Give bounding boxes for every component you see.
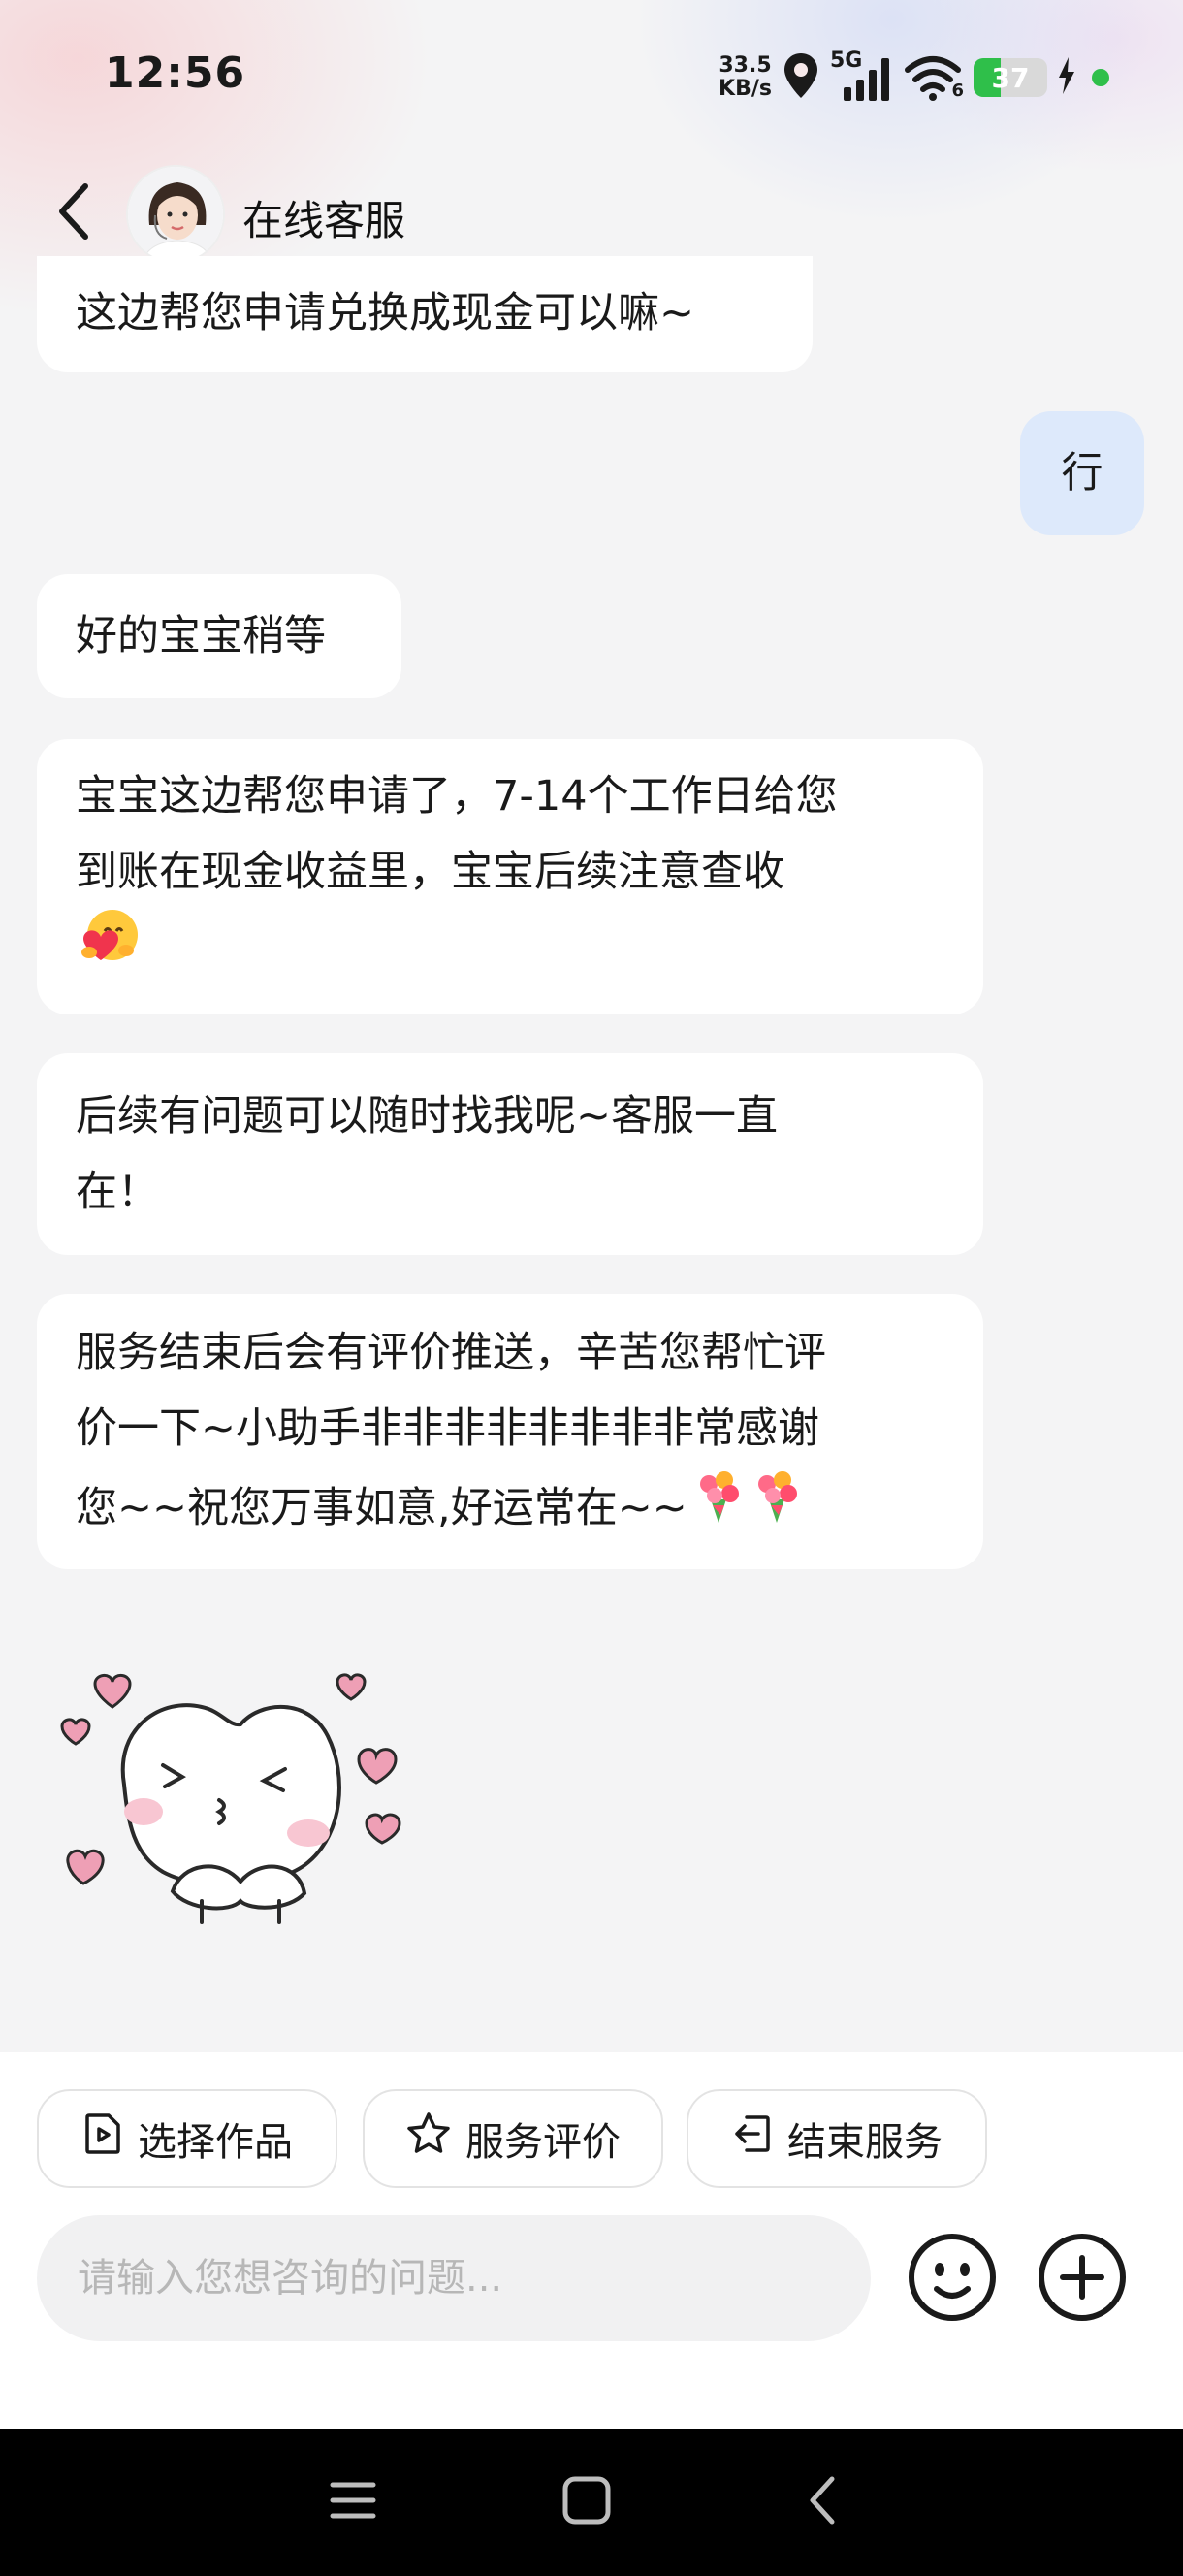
message-line: 在！: [76, 1168, 159, 1216]
network-speed-value: 33.5: [719, 53, 772, 78]
system-nav-bar: [0, 2429, 1183, 2576]
back-chevron-icon: [805, 2475, 840, 2529]
status-time: 12:56: [105, 48, 246, 98]
charging-icon: [1057, 57, 1076, 98]
page-title: 在线客服: [242, 197, 406, 244]
rate-service-button[interactable]: 服务评价: [363, 2089, 663, 2188]
message-agent-3: 宝宝这边帮您申请了，7-14个工作日给您 到账在现金收益里，宝宝后续注意查收: [37, 739, 983, 1014]
status-icons: 33.5 KB/s 5G 6 37: [719, 48, 1109, 107]
message-agent-2: 好的宝宝稍等: [37, 574, 401, 698]
message-line: 您~~祝您万事如意,好运常在~~: [76, 1483, 687, 1532]
plus-circle-icon: [1038, 2233, 1127, 2326]
nav-back-button[interactable]: [793, 2473, 851, 2531]
back-arrow-icon: [54, 180, 93, 246]
home-square-icon: [561, 2475, 612, 2529]
message-agent-5: 服务结束后会有评价推送，辛苦您帮忙评 价一下~小助手非非非非非非非非常感谢 您~…: [37, 1294, 983, 1569]
message-user-1: 行: [1020, 411, 1144, 535]
status-bar: 12:56 33.5 KB/s 5G 6 37: [0, 0, 1183, 155]
back-button[interactable]: [43, 178, 105, 248]
menu-button[interactable]: [324, 2473, 382, 2531]
rate-service-label: 服务评价: [465, 2120, 621, 2165]
message-line: 服务结束后会有评价推送，辛苦您帮忙评: [76, 1329, 826, 1377]
agent-avatar[interactable]: [126, 165, 225, 264]
wifi-icon: 6: [904, 50, 964, 105]
network-speed: 33.5 KB/s: [719, 54, 772, 101]
end-service-label: 结束服务: [787, 2120, 943, 2165]
plus-button[interactable]: [1038, 2233, 1127, 2326]
bouquet-emoji: [750, 1466, 804, 1549]
signal-icon: 5G: [830, 50, 894, 105]
message-line: 价一下~小助手非非非非非非非非常感谢: [76, 1404, 820, 1453]
message-line: 到账在现金收益里，宝宝后续注意查收: [76, 848, 784, 896]
home-button[interactable]: [558, 2473, 616, 2531]
network-type: 5G: [830, 48, 863, 73]
message-line: 后续有问题可以随时找我呢~客服一直: [76, 1092, 779, 1141]
hugging-heart-emoji: [76, 902, 144, 994]
select-work-button[interactable]: 选择作品: [37, 2089, 337, 2188]
work-file-icon: [81, 2111, 124, 2166]
bottom-panel: 选择作品 服务评价 结束服务: [0, 2052, 1183, 2429]
message-text: 行: [1061, 449, 1103, 498]
chat-header: 在线客服: [0, 155, 1183, 272]
battery-indicator: 37: [974, 58, 1047, 97]
emoji-button[interactable]: [908, 2233, 997, 2326]
menu-icon: [329, 2479, 377, 2526]
privacy-indicator-dot: [1092, 69, 1109, 86]
message-agent-1: 这边帮您申请兑换成现金可以嘛~: [37, 256, 813, 372]
message-line: 宝宝这边帮您申请了，7-14个工作日给您: [76, 772, 838, 821]
end-service-button[interactable]: 结束服务: [687, 2089, 987, 2188]
message-agent-4: 后续有问题可以随时找我呢~客服一直 在！: [37, 1053, 983, 1255]
wifi-level: 6: [951, 80, 964, 101]
location-icon: [782, 51, 820, 104]
bouquet-emoji: [691, 1466, 746, 1549]
message-text: 好的宝宝稍等: [76, 612, 326, 660]
exit-icon: [731, 2111, 774, 2166]
chat-screen: 12:56 33.5 KB/s 5G 6 37 在线客服 这边帮您申请兑换成现金…: [0, 0, 1183, 2576]
message-text: 这边帮您申请兑换成现金可以嘛~: [76, 289, 695, 338]
select-work-label: 选择作品: [138, 2120, 293, 2165]
network-speed-unit: KB/s: [719, 77, 772, 101]
battery-level: 37: [991, 61, 1030, 94]
smiley-icon: [908, 2233, 997, 2326]
message-input[interactable]: [37, 2215, 871, 2341]
heart-bunny-sticker: [56, 1668, 425, 1959]
star-icon: [405, 2110, 452, 2167]
